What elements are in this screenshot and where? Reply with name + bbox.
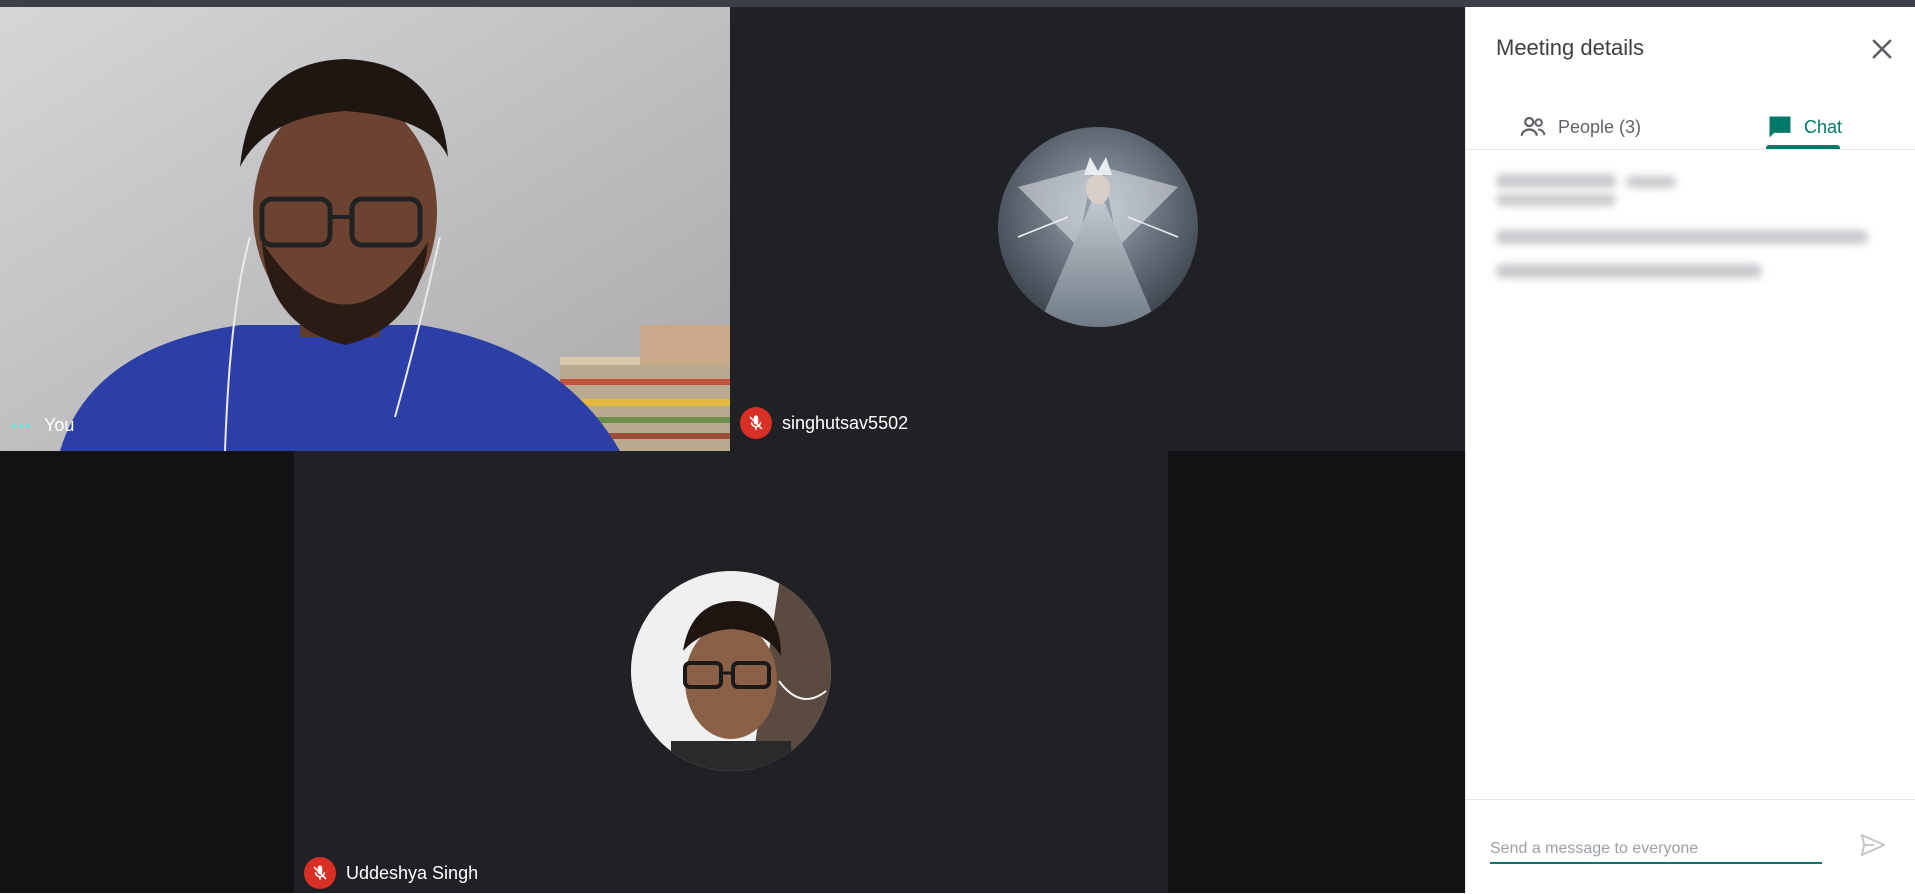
close-icon[interactable] xyxy=(1868,35,1896,63)
meeting-details-panel: Meeting details People (3) Chat xyxy=(1465,7,1915,893)
participant-label-singhutsav5502: singhutsav5502 xyxy=(740,407,908,439)
camera-feed-you xyxy=(0,7,730,451)
video-tile-singhutsav5502[interactable]: singhutsav5502 xyxy=(730,7,1465,451)
blurred-message-line xyxy=(1496,264,1762,278)
more-options-icon[interactable] xyxy=(12,423,30,428)
chat-composer xyxy=(1466,799,1915,894)
avatar xyxy=(631,571,831,771)
chat-messages xyxy=(1466,150,1915,799)
chat-message-input[interactable] xyxy=(1490,836,1822,864)
people-icon xyxy=(1518,112,1548,142)
top-bar xyxy=(0,0,1915,7)
participant-name: Uddeshya Singh xyxy=(346,862,479,883)
blurred-message-line xyxy=(1496,230,1868,244)
tab-chat-label: Chat xyxy=(1804,116,1843,137)
participant-name: singhutsav5502 xyxy=(782,412,909,433)
blurred-message-line xyxy=(1496,194,1616,206)
mic-off-icon xyxy=(740,407,772,439)
video-tile-you[interactable]: You xyxy=(0,7,730,451)
mic-off-icon xyxy=(304,857,336,889)
video-grid: You singhutsav5502 Uddeshya Singh xyxy=(0,7,1465,893)
avatar xyxy=(998,127,1198,327)
send-icon[interactable] xyxy=(1858,830,1890,862)
chat-icon xyxy=(1766,113,1794,141)
video-tile-uddeshya-singh[interactable]: Uddeshya Singh xyxy=(294,451,1168,893)
panel-title: Meeting details xyxy=(1496,35,1644,60)
tab-people-label: People (3) xyxy=(1558,116,1642,137)
participant-name: You xyxy=(44,415,75,435)
participant-label-uddeshya-singh: Uddeshya Singh xyxy=(304,857,478,889)
participant-label-you: You xyxy=(12,415,74,436)
blurred-message-time xyxy=(1626,176,1676,188)
blurred-message-sender xyxy=(1496,174,1616,188)
tab-people[interactable]: People (3) xyxy=(1518,97,1641,157)
